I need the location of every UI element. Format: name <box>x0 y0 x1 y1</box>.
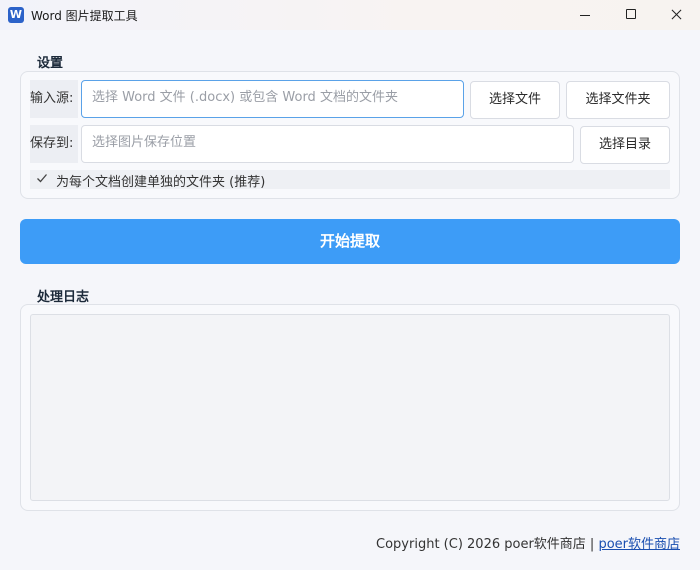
save-label: 保存到: <box>30 125 78 163</box>
save-path-input[interactable]: 选择图片保存位置 <box>81 125 574 163</box>
copyright-text: Copyright (C) 2026 poer软件商店 | <box>376 537 599 552</box>
word-app-icon: W <box>8 7 24 23</box>
separate-folder-checkbox[interactable]: 为每个文档创建单独的文件夹 (推荐) <box>30 170 670 190</box>
window-title: Word 图片提取工具 <box>31 9 138 23</box>
check-icon <box>37 174 47 183</box>
source-label: 输入源: <box>30 80 78 118</box>
close-icon[interactable] <box>654 0 700 30</box>
maximize-icon[interactable] <box>608 0 654 30</box>
separate-folder-label: 为每个文档创建单独的文件夹 (推荐) <box>56 175 266 190</box>
source-input[interactable]: 选择 Word 文件 (.docx) 或包含 Word 文档的文件夹 <box>81 80 464 118</box>
log-textarea[interactable] <box>30 314 670 501</box>
start-extract-button[interactable]: 开始提取 <box>20 219 680 264</box>
select-file-button[interactable]: 选择文件 <box>470 81 560 119</box>
title-bar: W Word 图片提取工具 <box>0 0 700 30</box>
footer: Copyright (C) 2026 poer软件商店 | poer软件商店 <box>376 533 680 552</box>
settings-title: 设置 <box>37 56 64 71</box>
select-folder-button[interactable]: 选择文件夹 <box>566 81 670 119</box>
minimize-icon[interactable] <box>562 0 608 30</box>
select-directory-button[interactable]: 选择目录 <box>580 126 670 164</box>
store-link[interactable]: poer软件商店 <box>598 537 680 552</box>
log-title: 处理日志 <box>37 290 90 305</box>
